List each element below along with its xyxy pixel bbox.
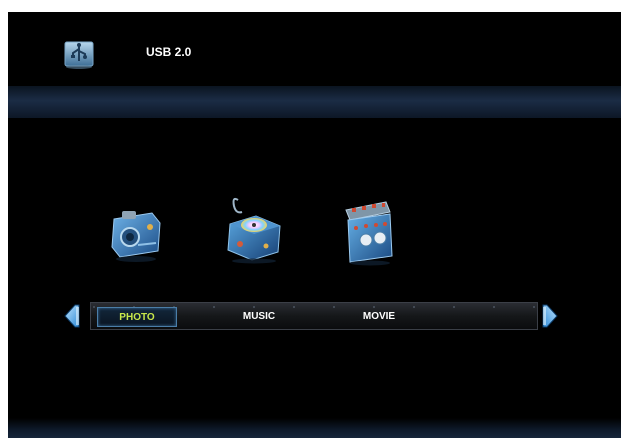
tab-photo[interactable]: PHOTO [97, 307, 177, 327]
header-band [8, 86, 621, 118]
arrow-right-icon[interactable] [541, 303, 559, 329]
music-box-icon[interactable] [220, 194, 284, 264]
media-screen: USB 2.0 PHOTO MUSIC MOVIE [8, 12, 621, 438]
tab-music[interactable]: MUSIC [219, 307, 299, 327]
page-title: USB 2.0 [146, 45, 192, 59]
camera-icon[interactable] [108, 205, 164, 263]
category-nav-bar: PHOTO MUSIC MOVIE [90, 302, 538, 330]
tab-music-label: MUSIC [242, 311, 276, 322]
footer-band [8, 418, 621, 438]
tab-movie-label: MOVIE [362, 311, 396, 322]
tab-photo-label: PHOTO [119, 312, 155, 323]
usb-drive-icon [64, 41, 94, 69]
arrow-left-icon[interactable] [63, 303, 81, 329]
film-clapper-icon[interactable] [342, 200, 398, 266]
tab-movie[interactable]: MOVIE [339, 307, 419, 327]
